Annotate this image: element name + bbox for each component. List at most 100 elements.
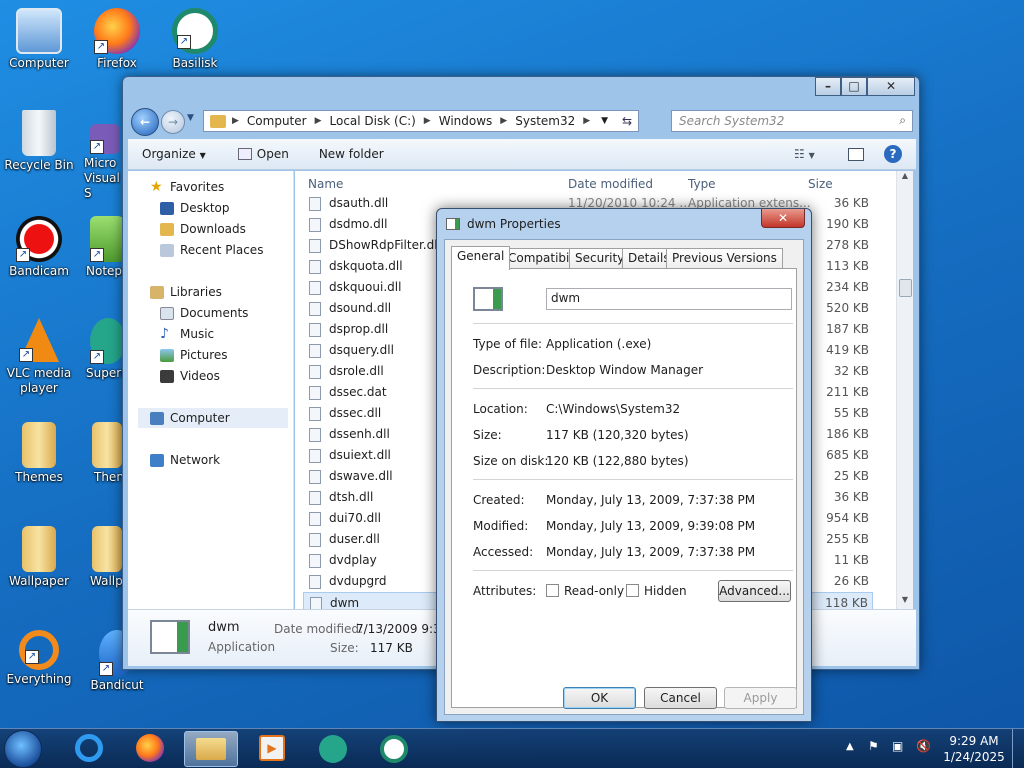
forward-button[interactable]: → bbox=[161, 110, 185, 134]
checkbox-box[interactable] bbox=[626, 584, 639, 597]
organize-button[interactable]: Organize ▼ bbox=[128, 147, 220, 161]
scrollbar-thumb[interactable] bbox=[899, 279, 912, 297]
maximize-button[interactable]: □ bbox=[841, 77, 867, 96]
breadcrumb-windows[interactable]: Windows bbox=[431, 114, 501, 128]
dialog-close-button[interactable]: ✕ bbox=[761, 209, 805, 228]
show-hidden-icons-icon[interactable]: ▲ bbox=[846, 741, 854, 752]
desktop-icon-bandicam[interactable]: ↗ Bandicam bbox=[0, 216, 78, 279]
desktop-icon-basilisk[interactable]: ↗ Basilisk bbox=[156, 8, 234, 71]
column-header-size[interactable]: Size bbox=[808, 175, 833, 193]
file-icon bbox=[309, 407, 321, 421]
help-icon[interactable]: ? bbox=[884, 145, 902, 163]
desktop-icon-label: Wallpaper bbox=[8, 574, 70, 588]
taskbar-ie-button[interactable] bbox=[62, 731, 116, 767]
search-input[interactable]: Search System32 ⌕ bbox=[671, 110, 913, 132]
nav-label: Downloads bbox=[180, 222, 246, 236]
new-folder-button[interactable]: New folder bbox=[303, 147, 398, 161]
desktop-icon-everything[interactable]: ↗ Everything bbox=[0, 630, 78, 687]
action-center-icon[interactable]: ⚑ bbox=[868, 739, 879, 753]
modified-row: Modified: Monday, July 13, 2009, 9:39:08 … bbox=[473, 519, 755, 533]
file-icon bbox=[309, 575, 321, 589]
nav-favorites[interactable]: ★ Favorites bbox=[150, 177, 224, 197]
nav-label: Desktop bbox=[180, 201, 230, 215]
nav-music[interactable]: ♪ Music bbox=[160, 324, 214, 344]
desktop-icon-visual-studio[interactable]: ↗ Micro Visual S bbox=[78, 124, 124, 201]
file-name: duser.dll bbox=[329, 532, 380, 546]
taskbar-explorer-button[interactable] bbox=[184, 731, 238, 767]
nav-videos[interactable]: Videos bbox=[160, 366, 220, 386]
file-list-scrollbar[interactable]: ▲ ▼ bbox=[896, 171, 913, 609]
folder-icon bbox=[92, 526, 122, 572]
taskbar-firefox-button[interactable] bbox=[123, 731, 177, 767]
checkbox-box[interactable] bbox=[546, 584, 559, 597]
volume-muted-icon[interactable]: 🔇 bbox=[916, 739, 931, 753]
back-button[interactable]: ← bbox=[131, 108, 159, 136]
taskbar-basilisk-button[interactable] bbox=[367, 731, 421, 767]
nav-pictures[interactable]: Pictures bbox=[160, 345, 228, 365]
nav-label: Music bbox=[180, 327, 215, 341]
file-name-field[interactable]: dwm bbox=[546, 288, 792, 310]
desktop-icon-themes[interactable]: Themes bbox=[0, 422, 78, 485]
desktop-icon-recycle-bin[interactable]: Recycle Bin bbox=[0, 110, 78, 173]
open-button[interactable]: Open bbox=[220, 147, 303, 161]
music-note-icon: ♪ bbox=[160, 325, 169, 342]
clock-time[interactable]: 9:29 AM bbox=[946, 734, 1002, 748]
desktop-icon-wallpaper[interactable]: Wallpaper bbox=[0, 526, 78, 589]
file-name: dwm bbox=[330, 596, 360, 609]
address-dropdown-icon[interactable]: ▼ bbox=[601, 116, 608, 126]
desktop-icon-firefox[interactable]: ↗ Firefox bbox=[78, 8, 156, 71]
refresh-icon[interactable]: ⇆ bbox=[622, 114, 632, 128]
desktop-icon-notepad[interactable]: ↗ Notepa bbox=[78, 216, 124, 279]
cancel-button[interactable]: Cancel bbox=[644, 687, 717, 709]
taskbar-media-button[interactable]: ▶ bbox=[245, 731, 299, 767]
hidden-checkbox[interactable]: Hidden bbox=[626, 584, 687, 598]
recent-pages-dropdown[interactable]: ▼ bbox=[187, 113, 194, 123]
file-size: 32 KB bbox=[833, 364, 869, 378]
readonly-checkbox[interactable]: Read-only bbox=[546, 584, 624, 598]
nav-network[interactable]: Network bbox=[150, 450, 220, 470]
network-tray-icon[interactable]: ▣ bbox=[892, 739, 903, 753]
column-header-date[interactable]: Date modified bbox=[568, 175, 653, 193]
preview-pane-icon[interactable] bbox=[848, 147, 864, 161]
desktop-icon-themes-2[interactable]: Then bbox=[78, 422, 124, 485]
nav-recent-places[interactable]: Recent Places bbox=[160, 240, 263, 260]
desktop-icon-supernova[interactable]: ↗ Supern bbox=[78, 318, 124, 381]
scroll-up-icon[interactable]: ▲ bbox=[897, 171, 913, 185]
file-size: 954 KB bbox=[826, 511, 869, 525]
tab-general[interactable]: General bbox=[451, 246, 511, 270]
column-header-type[interactable]: Type bbox=[688, 175, 716, 193]
advanced-button[interactable]: Advanced... bbox=[718, 580, 791, 602]
apply-button[interactable]: Apply bbox=[724, 687, 797, 709]
file-icon bbox=[309, 281, 321, 295]
desktop-icon-computer[interactable]: Computer bbox=[0, 8, 78, 71]
taskbar-supernova-button[interactable] bbox=[306, 731, 360, 767]
nav-desktop[interactable]: Desktop bbox=[160, 198, 230, 218]
nav-documents[interactable]: Documents bbox=[160, 303, 248, 323]
breadcrumb-computer[interactable]: Computer bbox=[239, 114, 315, 128]
close-button[interactable]: ✕ bbox=[867, 77, 915, 96]
breadcrumb-system32[interactable]: System32 bbox=[507, 114, 583, 128]
minimize-button[interactable]: – bbox=[815, 77, 841, 96]
view-options-icon[interactable]: ☷ ▼ bbox=[794, 147, 815, 161]
desktop-icon-vlc[interactable]: ↗ VLC media player bbox=[0, 318, 78, 396]
start-button[interactable] bbox=[4, 730, 42, 768]
scroll-down-icon[interactable]: ▼ bbox=[897, 595, 913, 609]
chevron-down-icon: ▼ bbox=[199, 151, 206, 160]
nav-downloads[interactable]: Downloads bbox=[160, 219, 246, 239]
breadcrumb-chevron-icon: ▶ bbox=[423, 116, 431, 126]
address-bar[interactable]: ▶ Computer ▶ Local Disk (C:) ▶ Windows ▶… bbox=[203, 110, 639, 132]
column-header-name[interactable]: Name bbox=[308, 175, 343, 193]
nav-libraries[interactable]: Libraries bbox=[150, 282, 222, 302]
file-size: 36 KB bbox=[833, 490, 869, 504]
show-desktop-button[interactable] bbox=[1012, 729, 1024, 768]
size-label: Size: bbox=[473, 428, 502, 442]
tab-previous-versions[interactable]: Previous Versions bbox=[666, 248, 783, 269]
nav-computer[interactable]: Computer bbox=[138, 408, 288, 428]
desktop-icon-wallpaper-2[interactable]: Wallp bbox=[78, 526, 124, 589]
ok-button[interactable]: OK bbox=[563, 687, 636, 709]
file-icon bbox=[309, 344, 321, 358]
accessed-value: Monday, July 13, 2009, 7:37:38 PM bbox=[546, 545, 756, 559]
clock-date[interactable]: 1/24/2025 bbox=[942, 750, 1006, 764]
breadcrumb-local-disk[interactable]: Local Disk (C:) bbox=[322, 114, 424, 128]
properties-dialog[interactable]: dwm Properties ✕ General Compatibility S… bbox=[436, 208, 812, 722]
